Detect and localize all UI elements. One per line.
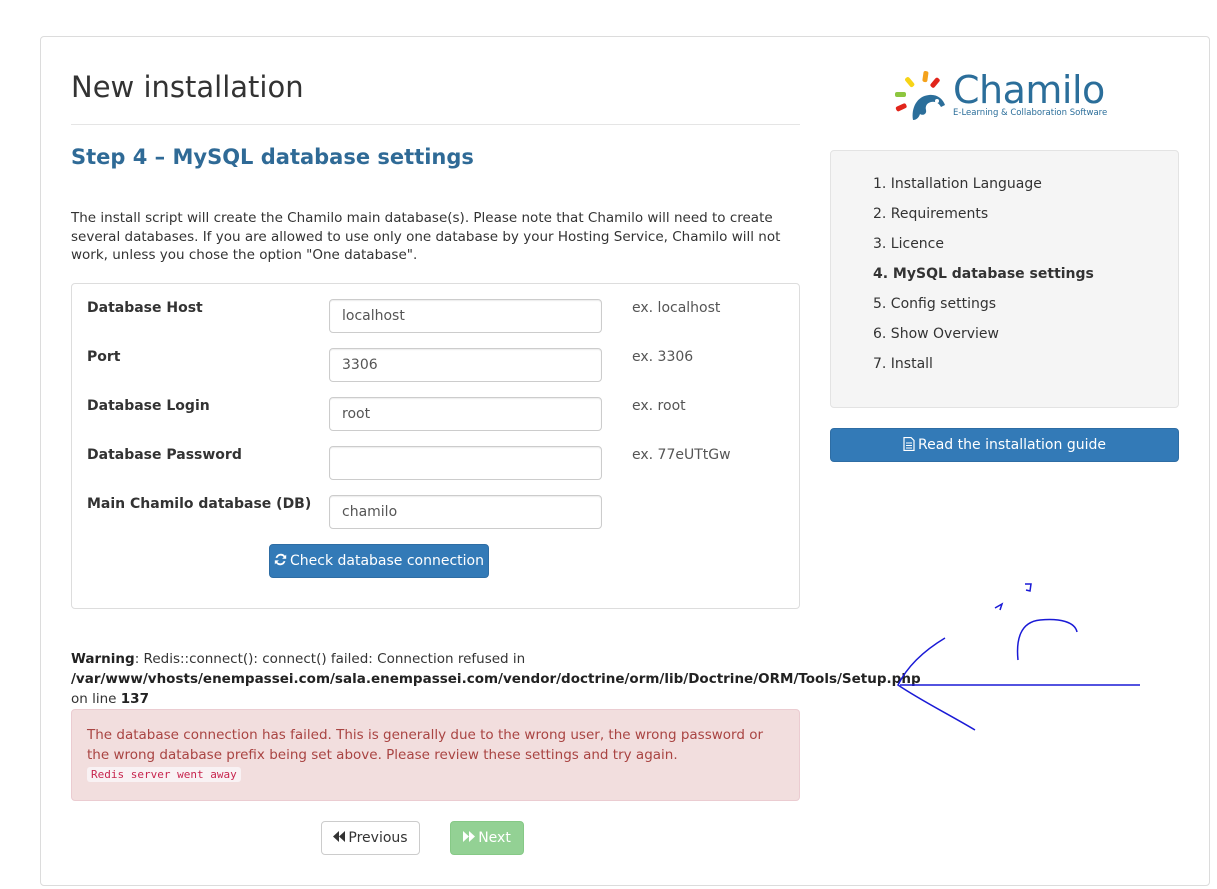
installation-steps-panel: 1. Installation Language 2. Requirements… bbox=[830, 150, 1179, 408]
port-input[interactable] bbox=[329, 348, 602, 382]
hand-drawn-arrow-annotation bbox=[897, 583, 1140, 731]
step-item-config-settings: 5. Config settings bbox=[873, 296, 997, 312]
file-text-icon bbox=[903, 436, 915, 454]
intro-text: The install script will create the Chami… bbox=[71, 210, 781, 263]
installation-steps-list: 1. Installation Language 2. Requirements… bbox=[873, 174, 1094, 384]
backward-icon bbox=[333, 831, 346, 845]
main-database-label: Main Chamilo database (DB) bbox=[87, 496, 312, 512]
previous-label: Previous bbox=[348, 830, 408, 846]
redis-warning: Warning: Redis::connect(): connect() fai… bbox=[71, 649, 921, 709]
forward-icon bbox=[463, 831, 476, 845]
port-label: Port bbox=[87, 349, 121, 365]
database-host-label: Database Host bbox=[87, 300, 203, 316]
check-database-connection-button[interactable]: Check database connection bbox=[269, 544, 489, 578]
database-password-label: Database Password bbox=[87, 447, 242, 463]
step-title: Step 4 – MySQL database settings bbox=[71, 145, 474, 169]
step-item-install: 7. Install bbox=[873, 356, 933, 372]
read-installation-guide-label: Read the installation guide bbox=[918, 437, 1106, 453]
database-host-input[interactable] bbox=[329, 299, 602, 333]
warning-label: Warning bbox=[71, 651, 135, 667]
database-login-example: ex. root bbox=[632, 398, 686, 414]
database-password-input[interactable] bbox=[329, 446, 602, 480]
step-item-requirements: 2. Requirements bbox=[873, 206, 989, 222]
chamilo-logo: Chamilo E-Learning & Collaboration Softw… bbox=[893, 68, 1123, 124]
logo-text: Chamilo bbox=[953, 68, 1105, 112]
refresh-icon bbox=[274, 553, 287, 569]
database-login-label: Database Login bbox=[87, 398, 210, 414]
step-item-show-overview: 6. Show Overview bbox=[873, 326, 999, 342]
warning-line-prefix: on line bbox=[71, 691, 117, 707]
next-button[interactable]: Next bbox=[450, 821, 524, 855]
page-title: New installation bbox=[71, 70, 304, 104]
database-login-input[interactable] bbox=[329, 397, 602, 431]
error-message: The database connection has failed. This… bbox=[87, 727, 764, 763]
warning-message: : Redis::connect(): connect() failed: Co… bbox=[134, 651, 526, 667]
error-code: Redis server went away bbox=[87, 767, 241, 782]
step-item-mysql-database-settings: 4. MySQL database settings bbox=[873, 266, 1094, 282]
warning-path: /var/www/vhosts/enempassei.com/sala.enem… bbox=[71, 671, 921, 687]
step-item-licence: 3. Licence bbox=[873, 236, 944, 252]
next-label: Next bbox=[478, 830, 511, 846]
warning-line-number: 137 bbox=[120, 691, 149, 707]
check-database-connection-label: Check database connection bbox=[289, 553, 484, 569]
database-password-example: ex. 77eUTtGw bbox=[632, 447, 731, 463]
main-database-input[interactable] bbox=[329, 495, 602, 529]
previous-button[interactable]: Previous bbox=[321, 821, 420, 855]
database-host-example: ex. localhost bbox=[632, 300, 721, 316]
step-item-installation-language: 1. Installation Language bbox=[873, 176, 1042, 192]
connection-error-alert: The database connection has failed. This… bbox=[71, 709, 800, 801]
title-divider bbox=[71, 124, 800, 125]
chamilo-chameleon-logo-icon bbox=[895, 71, 945, 120]
read-installation-guide-button[interactable]: Read the installation guide bbox=[830, 428, 1179, 462]
logo-tagline: E-Learning & Collaboration Software bbox=[953, 108, 1108, 118]
port-example: ex. 3306 bbox=[632, 349, 694, 365]
